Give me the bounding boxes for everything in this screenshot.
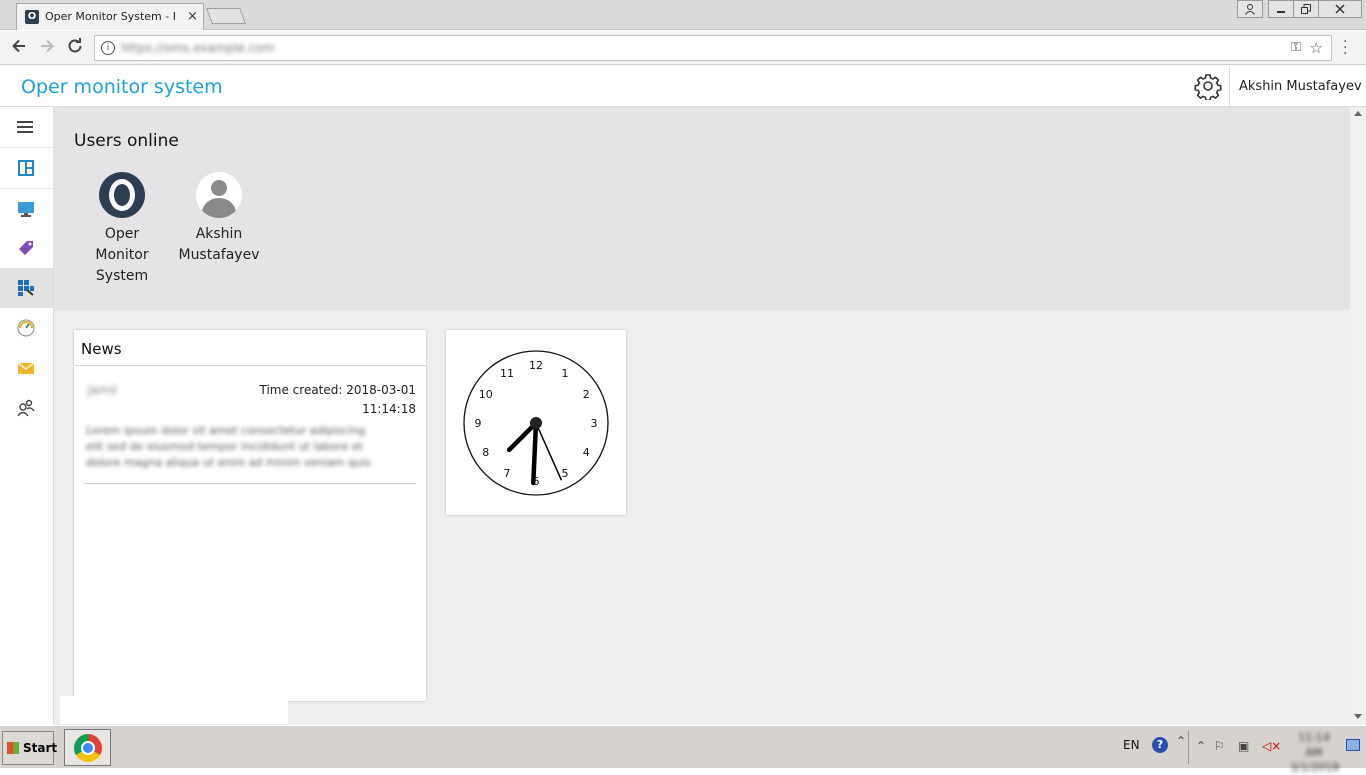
help-icon[interactable]: ? [1152,737,1168,753]
scroll-up-arrow-icon[interactable] [1354,111,1362,116]
news-card: News Jamil Time created: 2018-03-01 11:1… [74,330,426,701]
clock-card: 12 1 2 3 4 5 6 7 8 9 10 11 [446,330,626,515]
page-scrollbar[interactable] [1350,107,1366,725]
news-divider [84,483,416,484]
user-label-line: System [95,268,149,284]
address-bar[interactable]: i https://oms.example.com ⚿ ☆ [94,35,1332,61]
news-title: News [81,340,122,358]
tab-close-icon[interactable]: × [187,9,198,24]
online-user-oms[interactable]: Oper Monitor System [77,172,167,287]
user-label-line: Monitor [95,247,149,263]
sidebar-menu-toggle[interactable] [0,107,53,147]
clock-numeral: 11 [500,367,514,380]
language-indicator[interactable]: EN [1123,738,1140,752]
windows-flag-icon [7,742,19,754]
show-hidden-icons-icon[interactable]: ⌃ [1196,739,1206,753]
start-label: Start [23,741,58,755]
os-taskbar: Start EN ? ⌃ ⌃ ⚐ ▣ ◁× 11:14 AM 3/1/2018 [0,725,1366,774]
clock-numeral: 9 [475,417,482,430]
dashboard-icon [18,160,34,176]
restore-button[interactable] [1293,0,1319,18]
analog-clock: 121234567891011 [463,350,609,496]
clock-center-pin [530,417,542,429]
mail-icon [17,362,35,374]
back-icon[interactable] [9,37,29,57]
sidebar-item-tags[interactable] [0,228,53,268]
apps-grid-icon [18,280,34,296]
blank-overlay [60,696,288,724]
chrome-icon [74,734,102,762]
clock-numeral: 10 [479,388,493,401]
action-center-flag-icon[interactable]: ⚐ [1214,739,1225,753]
clock-numeral: 3 [591,417,598,430]
news-time-value: 11:14:18 [362,402,416,416]
users-online-panel: Users online Oper Monitor System Akshin … [54,107,1350,310]
new-tab-button[interactable] [206,8,246,24]
sidebar-item-messages[interactable] [0,348,53,388]
volume-muted-icon[interactable]: ◁× [1262,739,1281,753]
tray-overflow-icon[interactable]: ⌃ [1176,734,1186,748]
browser-titlebar: O Oper Monitor System - Port × [0,0,1366,30]
start-button[interactable]: Start [2,731,58,765]
app-title[interactable]: Oper monitor system [21,76,223,98]
speedometer-icon [17,319,35,337]
system-clock[interactable]: 11:14 AM 3/1/2018 [1290,730,1339,775]
sidebar-item-monitor[interactable] [0,188,53,228]
tray-divider [1188,730,1189,764]
menu-icon [17,121,33,133]
tag-icon [19,241,33,255]
browser-menu-icon[interactable]: · · · [1343,35,1347,61]
bookmark-star-icon[interactable]: ☆ [1310,39,1323,57]
clock-minute-hand [531,420,539,486]
online-user-akshin[interactable]: Akshin Mustafayev [174,172,264,266]
browser-toolbar: i https://oms.example.com ⚿ ☆ · · · [0,31,1366,65]
favicon-icon: O [25,10,39,24]
key-icon[interactable]: ⚿ [1291,40,1301,55]
close-window-button[interactable] [1318,0,1362,18]
sidebar [0,107,54,725]
users-icon [17,399,35,417]
scroll-down-arrow-icon[interactable] [1354,714,1362,719]
url-text: https://oms.example.com [121,41,275,55]
header-divider [1229,66,1230,107]
news-header: News [74,330,426,366]
clock-numeral: 8 [482,446,489,459]
site-info-icon[interactable]: i [101,41,115,55]
person-avatar [196,172,242,218]
oms-logo-avatar [99,172,145,218]
news-time-created: Time created: 2018-03-01 11:14:18 [246,381,417,419]
sidebar-item-users[interactable] [0,388,53,428]
news-author: Jamil [88,383,118,397]
clock-numeral: 1 [562,367,569,380]
sidebar-item-performance[interactable] [0,308,53,348]
taskbar-chrome-button[interactable] [64,729,111,766]
clock-numeral: 7 [504,467,511,480]
users-online-title: Users online [74,131,179,151]
show-desktop-icon[interactable] [1346,739,1360,751]
network-icon[interactable]: ▣ [1238,739,1249,753]
clock-numeral: 12 [529,359,543,372]
minimize-button[interactable] [1268,0,1294,18]
forward-icon[interactable] [37,37,57,57]
current-user-name[interactable]: Akshin Mustafayev [1239,79,1362,94]
user-label-line: Oper [104,226,140,242]
sidebar-item-apps[interactable] [0,268,53,308]
clock-numeral: 5 [562,467,569,480]
clock-numeral: 2 [583,388,590,401]
profile-icon[interactable] [1237,0,1263,18]
reload-icon[interactable] [65,37,85,57]
main-content: Users online Oper Monitor System Akshin … [54,107,1350,725]
clock-numeral: 4 [583,446,590,459]
tab-title: Oper Monitor System - Port [45,10,175,23]
browser-tab[interactable]: O Oper Monitor System - Port × [16,3,204,30]
sidebar-item-dashboard[interactable] [0,147,53,187]
news-time-label: Time created: 2018-03-01 [259,383,417,397]
settings-gear-icon[interactable] [1194,72,1222,102]
app-header: Oper monitor system Akshin Mustafayev [0,66,1366,107]
news-body: Lorem ipsum dolor sit amet consectetur a… [86,424,371,469]
user-label-line: Akshin [195,226,243,242]
monitor-icon [18,202,34,217]
user-label-line: Mustafayev [178,247,260,263]
